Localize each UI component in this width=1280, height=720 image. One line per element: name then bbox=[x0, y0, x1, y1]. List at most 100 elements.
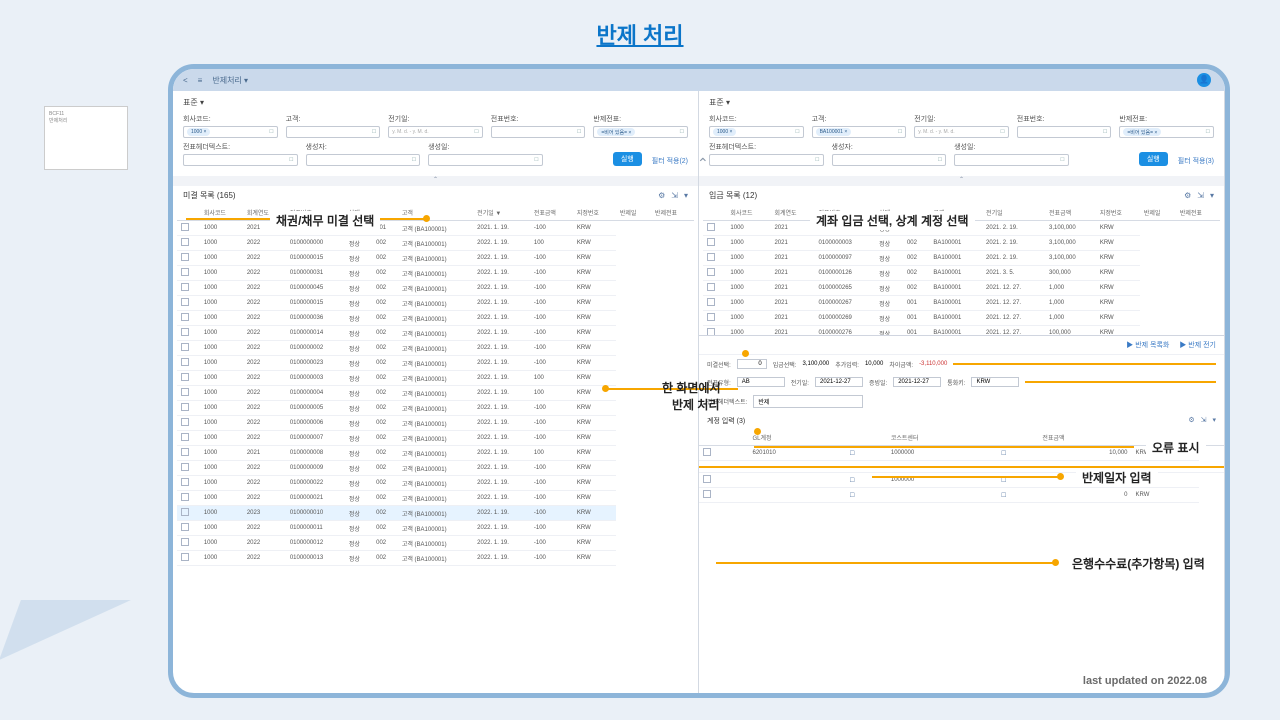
run-button[interactable]: 실행 bbox=[1139, 152, 1168, 166]
left-table[interactable]: 회사코드회계연도전표번호상태고객전기일 ▼전표금액지정번호반제일반제전표1000… bbox=[177, 205, 694, 566]
settings-icon[interactable]: ⚙ bbox=[658, 191, 665, 200]
filter-customer[interactable]: 고객:☐ bbox=[286, 114, 381, 138]
value-help-icon[interactable]: ☐ bbox=[372, 129, 376, 135]
costcenter-cell[interactable]: 1000000 bbox=[887, 473, 997, 488]
column-header[interactable] bbox=[997, 430, 1038, 446]
filter-company[interactable]: 회사코드:1000 ×☐ bbox=[183, 114, 278, 138]
table-row[interactable]: 100020220100000009정상002고객 (BA100001)2022… bbox=[177, 461, 694, 476]
row-checkbox[interactable] bbox=[703, 448, 711, 456]
filter-input[interactable]: y. M. d. - y. M. d.☐ bbox=[388, 126, 483, 138]
table-row[interactable]: 100020220100000013정상002고객 (BA100001)2022… bbox=[177, 551, 694, 566]
row-checkbox[interactable] bbox=[181, 223, 189, 231]
row-checkbox[interactable] bbox=[707, 253, 715, 261]
filter-input[interactable]: ☐ bbox=[832, 154, 947, 166]
filter-doctext[interactable]: 전표헤더텍스트:☐ bbox=[183, 142, 298, 166]
column-header[interactable]: 반제전표 bbox=[1176, 205, 1220, 221]
value-help-icon[interactable]: ☐ bbox=[534, 157, 538, 163]
filter-token[interactable]: 1000 × bbox=[187, 128, 210, 136]
value-help-icon[interactable]: ☐ bbox=[1000, 129, 1004, 135]
filter-cleardoc[interactable]: 반제전표:=비어 있음= ×☐ bbox=[593, 114, 688, 138]
column-header[interactable]: 전기일 bbox=[982, 205, 1045, 221]
table-row[interactable]: 100020210100000003001고객 (BA100001)2021. … bbox=[177, 221, 694, 236]
table-row[interactable]: 100020210100000276정상001BA1000012021. 12.… bbox=[703, 326, 1220, 336]
filter-input[interactable]: ☐ bbox=[183, 154, 298, 166]
value-help-icon[interactable]: ☐ bbox=[269, 129, 273, 135]
value-help-icon[interactable]: ☐ bbox=[1060, 157, 1064, 163]
column-header[interactable]: 반제전표 bbox=[651, 205, 694, 221]
row-checkbox[interactable] bbox=[181, 478, 189, 486]
back-icon[interactable]: < bbox=[183, 76, 188, 85]
value-help-icon[interactable]: ☐ bbox=[997, 473, 1038, 488]
row-checkbox[interactable] bbox=[707, 238, 715, 246]
doctype-input[interactable]: AB bbox=[737, 377, 785, 387]
run-button[interactable]: 실행 bbox=[613, 152, 642, 166]
table-row[interactable]: 100020220100000021정상002고객 (BA100001)2022… bbox=[177, 491, 694, 506]
filter-input[interactable]: =비어 있음= ×☐ bbox=[1119, 126, 1214, 138]
value-help-icon[interactable]: ☐ bbox=[577, 129, 581, 135]
user-avatar-icon[interactable]: 👤 bbox=[1197, 73, 1211, 87]
column-header[interactable] bbox=[699, 430, 748, 446]
table-row[interactable]: 100020220100000000정상002고객 (BA100001)2022… bbox=[177, 236, 694, 251]
table-row[interactable]: 100020210100000097정상002BA1000012021. 2. … bbox=[703, 251, 1220, 266]
filter-input[interactable]: ☐ bbox=[286, 126, 381, 138]
table-row[interactable]: 100020220100000036정상002고객 (BA100001)2022… bbox=[177, 311, 694, 326]
posting-input[interactable]: 2021-12-27 bbox=[815, 377, 863, 387]
filter-posting[interactable]: 전기일:y. M. d. - y. M. d.☐ bbox=[388, 114, 483, 138]
filter-token[interactable]: 1000 × bbox=[713, 128, 736, 136]
row-checkbox[interactable] bbox=[707, 283, 715, 291]
filter-input[interactable]: y. M. d. - y. M. d.☐ bbox=[914, 126, 1009, 138]
value-help-icon[interactable]: ☐ bbox=[815, 157, 819, 163]
filter-input[interactable]: ☐ bbox=[709, 154, 824, 166]
column-header[interactable] bbox=[703, 205, 726, 221]
filter-doctext[interactable]: 전표헤더텍스트:☐ bbox=[709, 142, 824, 166]
filter-token[interactable]: =비어 있음= × bbox=[597, 128, 635, 136]
collapse-icon[interactable]: ⌃ bbox=[699, 176, 1224, 186]
filter-input[interactable]: 1000 × ☐ bbox=[183, 126, 278, 138]
column-header[interactable]: 지정번호 bbox=[1096, 205, 1140, 221]
table-row[interactable]: 100020220100000031정상002고객 (BA100001)2022… bbox=[177, 266, 694, 281]
table-row[interactable]: 100020220100000007정상002고객 (BA100001)2022… bbox=[177, 431, 694, 446]
row-checkbox[interactable] bbox=[181, 253, 189, 261]
row-checkbox[interactable] bbox=[181, 448, 189, 456]
value-help-icon[interactable]: ☐ bbox=[679, 129, 683, 135]
row-checkbox[interactable] bbox=[181, 553, 189, 561]
row-checkbox[interactable] bbox=[181, 538, 189, 546]
row-checkbox[interactable] bbox=[181, 523, 189, 531]
slide-thumbnail[interactable]: BCF11 반제처리 bbox=[44, 106, 128, 170]
settings-icon[interactable]: ⚙ bbox=[1188, 416, 1194, 426]
value-help-icon[interactable]: ☐ bbox=[845, 473, 886, 488]
filter-input[interactable]: BA100001 ×☐ bbox=[812, 126, 907, 138]
row-checkbox[interactable] bbox=[707, 328, 715, 335]
amount-cell[interactable]: 0 bbox=[1038, 488, 1131, 503]
expand-icon[interactable]: ▾ bbox=[684, 191, 688, 200]
settings-icon[interactable]: ⚙ bbox=[1184, 191, 1191, 200]
column-header[interactable]: 회사코드 bbox=[726, 205, 770, 221]
column-header[interactable]: 반제일 bbox=[616, 205, 651, 221]
row-checkbox[interactable] bbox=[181, 313, 189, 321]
value-help-icon[interactable]: ☐ bbox=[898, 129, 902, 135]
row-checkbox[interactable] bbox=[181, 238, 189, 246]
table-row[interactable]: 100020220100000006정상002고객 (BA100001)2022… bbox=[177, 416, 694, 431]
right-pane-label[interactable]: 표준 ▾ bbox=[699, 91, 1224, 114]
filter-input[interactable]: ☐ bbox=[491, 126, 586, 138]
filter-input[interactable]: 1000 × ☐ bbox=[709, 126, 804, 138]
table-row[interactable]: 100020220100000002정상002고객 (BA100001)2022… bbox=[177, 341, 694, 356]
left-pane-label[interactable]: 표준 ▾ bbox=[173, 91, 698, 114]
row-checkbox[interactable] bbox=[707, 313, 715, 321]
filter-count-link[interactable]: 필터 적용(2) bbox=[652, 156, 688, 166]
row-checkbox[interactable] bbox=[181, 298, 189, 306]
table-row[interactable]: 100020210100000003정상002BA1000012021. 2. … bbox=[703, 236, 1220, 251]
filter-input[interactable]: ☐ bbox=[428, 154, 543, 166]
table-row[interactable]: 100020220100000005정상002고객 (BA100001)2022… bbox=[177, 401, 694, 416]
column-header[interactable]: 지정번호 bbox=[573, 205, 616, 221]
menu-icon[interactable]: ≡ bbox=[198, 76, 203, 85]
filter-docno[interactable]: 전표번호:☐ bbox=[491, 114, 586, 138]
table-row[interactable]: 100020220100000012정상002고객 (BA100001)2022… bbox=[177, 536, 694, 551]
collapse-icon[interactable]: ⌃ bbox=[173, 176, 698, 186]
filter-docno[interactable]: 전표번호:☐ bbox=[1017, 114, 1112, 138]
table-row[interactable]: 100020210100000269정상001BA1000012021. 12.… bbox=[703, 311, 1220, 326]
value-help-icon[interactable]: ☐ bbox=[795, 129, 799, 135]
filter-customer[interactable]: 고객:BA100001 ×☐ bbox=[812, 114, 907, 138]
row-checkbox[interactable] bbox=[703, 475, 711, 483]
column-header[interactable] bbox=[845, 430, 886, 446]
